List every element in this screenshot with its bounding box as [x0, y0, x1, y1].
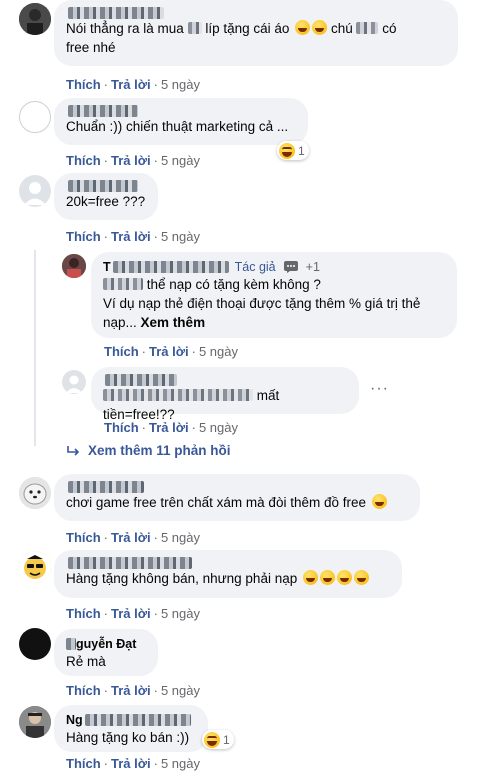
- comment-actions: Thích · Trả lời · 5 ngày: [66, 530, 200, 545]
- avatar[interactable]: [19, 628, 51, 660]
- comment-text: Chuẩn :)) chiến thuật marketing cả ...: [66, 119, 289, 134]
- comment-text: thể nạp có tặng kèm không ? Ví dụ nạp th…: [103, 277, 421, 330]
- commenter-name[interactable]: T Tác giả +1: [103, 259, 445, 275]
- timestamp[interactable]: 5 ngày: [161, 153, 200, 168]
- commenter-name[interactable]: [103, 374, 347, 386]
- avatar[interactable]: [19, 706, 51, 738]
- timestamp[interactable]: 5 ngày: [161, 530, 200, 545]
- timestamp[interactable]: 5 ngày: [161, 77, 200, 92]
- reply-button[interactable]: Trả lời: [111, 229, 151, 244]
- comment-bubble: Hàng tặng không bán, nhưng phải nạp: [54, 550, 402, 598]
- reply-button[interactable]: Trả lời: [111, 756, 151, 771]
- like-button[interactable]: Thích: [66, 77, 101, 92]
- comment-actions: Thích · Trả lời · 5 ngày: [66, 77, 200, 92]
- comment-text: 20k=free ???: [66, 194, 146, 209]
- reply-button[interactable]: Trả lời: [111, 530, 151, 545]
- reply-button[interactable]: Trả lời: [149, 420, 189, 435]
- comment-bubble: guyễn Đạt Rẻ mà: [54, 629, 158, 676]
- commenter-name[interactable]: guyễn Đạt: [66, 636, 146, 652]
- laughing-emoji-icon: [354, 570, 369, 585]
- avatar[interactable]: [19, 175, 51, 207]
- chat-icon: [283, 261, 298, 273]
- comment-text: mất tiền=free!??: [103, 388, 280, 422]
- commenter-name[interactable]: [66, 557, 390, 569]
- commenter-name[interactable]: [66, 7, 446, 19]
- reply-button[interactable]: Trả lời: [149, 344, 189, 359]
- emoji-icon: [312, 20, 328, 35]
- avatar[interactable]: [19, 477, 51, 509]
- laughing-emoji-icon: [320, 570, 335, 585]
- like-button[interactable]: Thích: [66, 756, 101, 771]
- timestamp[interactable]: 5 ngày: [161, 229, 200, 244]
- avatar[interactable]: [62, 254, 86, 278]
- reply-arrow-icon: [67, 445, 80, 456]
- like-button[interactable]: Thích: [66, 683, 101, 698]
- more-options-button[interactable]: ···: [370, 380, 389, 398]
- like-button[interactable]: Thích: [66, 530, 101, 545]
- see-more-link[interactable]: Xem thêm: [141, 315, 206, 330]
- avatar[interactable]: [19, 551, 51, 583]
- like-button[interactable]: Thích: [104, 420, 139, 435]
- comment-bubble: chơi game free trên chất xám mà đòi thêm…: [54, 474, 420, 521]
- comment-actions: Thích · Trả lời · 5 ngày: [66, 606, 200, 621]
- timestamp[interactable]: 5 ngày: [199, 420, 238, 435]
- comment-bubble: Ng Hàng tặng ko bán :)): [54, 705, 208, 752]
- reaction-badge[interactable]: 1: [277, 141, 309, 160]
- comment-text: Rẻ mà: [66, 654, 106, 669]
- comment-actions: Thích · Trả lời · 5 ngày: [66, 153, 200, 168]
- reply-button[interactable]: Trả lời: [111, 77, 151, 92]
- comment-bubble: Chuẩn :)) chiến thuật marketing cả ...: [54, 98, 308, 145]
- avatar[interactable]: [62, 370, 86, 394]
- avatar[interactable]: [19, 3, 51, 35]
- like-button[interactable]: Thích: [66, 606, 101, 621]
- timestamp[interactable]: 5 ngày: [161, 756, 200, 771]
- commenter-name[interactable]: Ng: [66, 712, 196, 728]
- haha-reaction-icon: [279, 142, 295, 159]
- emoji-icon: [371, 494, 387, 509]
- like-button[interactable]: Thích: [66, 229, 101, 244]
- comment-actions: Thích · Trả lời · 5 ngày: [66, 229, 200, 244]
- haha-reaction-icon: [204, 731, 220, 748]
- reaction-badge[interactable]: 1: [202, 730, 234, 749]
- reply-button[interactable]: Trả lời: [111, 683, 151, 698]
- comment-bubble: 20k=free ???: [54, 173, 158, 220]
- commenter-name[interactable]: [66, 481, 408, 493]
- comment-text: chơi game free trên chất xám mà đòi thêm…: [66, 493, 408, 512]
- comment-actions: Thích · Trả lời · 5 ngày: [104, 344, 238, 359]
- timestamp[interactable]: 5 ngày: [199, 344, 238, 359]
- comment-text: Nói thẳng ra là mua líp tặng cái áo chú …: [66, 20, 397, 55]
- comment-actions: Thích · Trả lời · 5 ngày: [66, 756, 200, 771]
- commenter-name[interactable]: [66, 105, 296, 117]
- emoji-icon: [295, 20, 311, 35]
- comment-text: Hàng tặng không bán, nhưng phải nạp: [66, 569, 390, 588]
- laughing-emoji-icon: [337, 570, 352, 585]
- comment-actions: Thích · Trả lời · 5 ngày: [104, 420, 238, 435]
- thread-line: [34, 250, 36, 446]
- like-button[interactable]: Thích: [66, 153, 101, 168]
- timestamp[interactable]: 5 ngày: [161, 606, 200, 621]
- timestamp[interactable]: 5 ngày: [161, 683, 200, 698]
- comment-actions: Thích · Trả lời · 5 ngày: [66, 683, 200, 698]
- reply-button[interactable]: Trả lời: [111, 606, 151, 621]
- comment-bubble: T Tác giả +1 thể nạp có tặng kèm không ?…: [91, 252, 457, 338]
- laughing-emoji-icon: [303, 570, 318, 585]
- comment-bubble: mất tiền=free!??: [91, 367, 359, 422]
- view-more-replies-link[interactable]: Xem thêm 11 phản hồi: [66, 443, 231, 458]
- comment-text: Hàng tặng ko bán :)): [66, 730, 190, 745]
- reply-button[interactable]: Trả lời: [111, 153, 151, 168]
- like-button[interactable]: Thích: [104, 344, 139, 359]
- commenter-name[interactable]: [66, 180, 146, 192]
- author-badge: Tác giả +1: [234, 260, 320, 274]
- avatar[interactable]: [19, 101, 51, 133]
- comment-bubble: Nói thẳng ra là mua líp tặng cái áo chú …: [54, 0, 458, 66]
